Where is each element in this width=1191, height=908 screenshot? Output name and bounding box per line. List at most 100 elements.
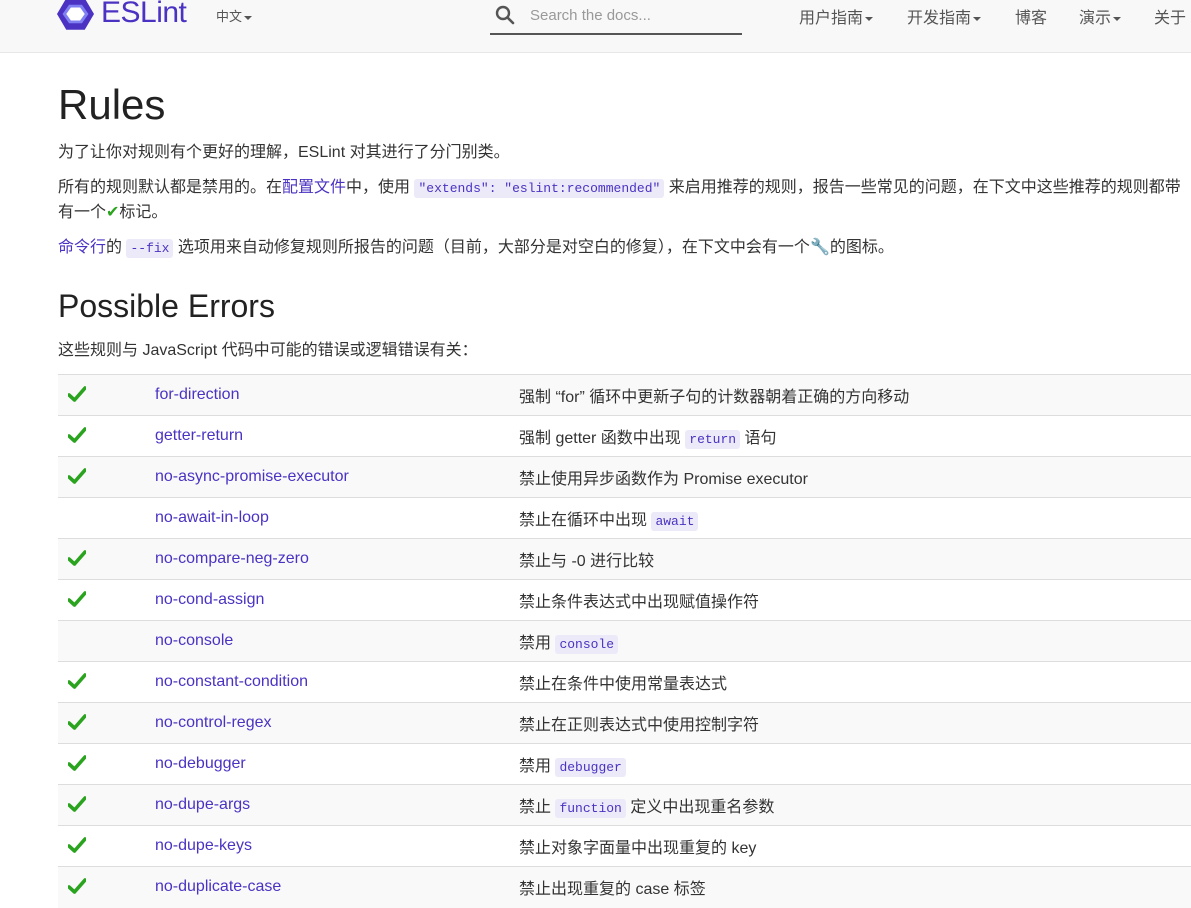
table-row: no-cond-assign 禁止条件表达式中出现赋值操作符 [58,579,1191,621]
recommended-cell [58,374,155,416]
rule-description-cell: 强制 getter 函数中出现 return 语句 [519,415,1191,457]
rule-link[interactable]: no-cond-assign [155,591,264,608]
rule-name-cell: no-compare-neg-zero [155,538,519,580]
language-label: 中文 [216,9,243,24]
check-icon [68,714,86,730]
table-row: no-debugger 禁用 debugger [58,743,1191,785]
table-row: no-console 禁用 console [58,620,1191,662]
config-file-link[interactable]: 配置文件 [282,179,346,196]
wrench-icon: 🔧 [809,239,830,256]
rule-code: return [685,430,741,449]
rule-description-suffix: 定义中出现重名参数 [625,799,775,816]
nav-blog[interactable]: 博客 [1015,4,1047,28]
check-icon [68,427,86,443]
top-navbar: ESLint 中文 用户指南 开发指南 博客 演示 关于 [0,0,1191,53]
rule-link[interactable]: no-constant-condition [155,673,308,690]
eslint-logo-icon [57,0,94,30]
table-row: no-duplicate-case 禁止出现重复的 case 标签 [58,866,1191,908]
language-dropdown[interactable]: 中文 [216,6,253,25]
rule-link[interactable]: no-duplicate-case [155,878,281,895]
p2-text-2: 中，使用 [346,179,415,196]
rule-description: 禁止使用异步函数作为 Promise executor [519,471,808,488]
p3-text-2: 选项用来自动修复规则所报告的问题（目前，大部分是对空白的修复），在下文中会有一个 [173,239,810,256]
nav-user-guide-label: 用户指南 [799,10,864,27]
nav-blog-label: 博客 [1015,10,1048,27]
rule-description-cell: 禁止使用异步函数作为 Promise executor [519,456,1191,498]
rule-name-cell: no-cond-assign [155,579,519,621]
table-row: getter-return 强制 getter 函数中出现 return 语句 [58,415,1191,457]
rule-description-cell: 禁用 console [519,620,1191,662]
rule-description: 禁止在条件中使用常量表达式 [519,676,728,693]
check-icon [68,591,86,607]
check-icon [68,755,86,771]
rule-name-cell: no-dupe-args [155,784,519,826]
docs-search [490,0,742,35]
fix-code: --fix [126,239,174,258]
check-icon [68,878,86,895]
caret-down-icon [244,15,253,20]
search-input[interactable] [530,3,735,27]
section-title: Possible Errors [58,288,275,324]
nav-about-label: 关于 [1154,10,1187,27]
nav-about[interactable]: 关于 [1154,4,1186,28]
rule-description-cell: 禁用 debugger [519,743,1191,785]
section-description: 这些规则与 JavaScript 代码中可能的错误或逻辑错误有关： [58,342,478,359]
p3-text-1: 的 [106,239,127,256]
rule-description: 禁止在正则表达式中使用控制字符 [519,717,760,734]
rule-name-cell: getter-return [155,415,519,457]
rule-link[interactable]: no-await-in-loop [155,509,269,526]
rule-link[interactable]: no-dupe-args [155,796,250,813]
rule-description-cell: 禁止对象字面量中出现重复的 key [519,825,1191,867]
nav-demo[interactable]: 演示 [1079,4,1122,28]
rule-name-cell: for-direction [155,374,519,416]
nav-developer-guide[interactable]: 开发指南 [907,4,982,28]
rule-description-suffix: 语句 [740,430,777,447]
rule-description-cell: 禁止与 -0 进行比较 [519,538,1191,580]
nav-developer-guide-label: 开发指南 [907,10,972,27]
recommended-cell [58,579,155,621]
recommended-cell [58,743,155,785]
recommended-paragraph: 所有的规则默认都是禁用的。在配置文件中，使用 "extends": "eslin… [58,176,1191,225]
caret-down-icon [973,16,982,21]
rule-description: 禁止与 -0 进行比较 [519,553,655,570]
check-icon [68,468,86,484]
table-row: no-compare-neg-zero 禁止与 -0 进行比较 [58,538,1191,580]
p3-text-3: 的图标。 [829,239,894,256]
recommended-cell [58,784,155,826]
rule-description-cell: 禁止在正则表达式中使用控制字符 [519,702,1191,744]
command-line-link[interactable]: 命令行 [58,239,106,256]
brand-name: ESLint [101,0,187,29]
nav-user-guide[interactable]: 用户指南 [799,4,874,28]
rule-link[interactable]: for-direction [155,386,239,403]
check-icon [68,796,86,812]
rule-name-cell: no-constant-condition [155,661,519,703]
rule-description-cell: 禁止 function 定义中出现重名参数 [519,784,1191,826]
rule-description-cell: 禁止在条件中使用常量表达式 [519,661,1191,703]
rule-link[interactable]: no-control-regex [155,714,272,731]
table-row: no-dupe-keys 禁止对象字面量中出现重复的 key [58,825,1191,867]
check-icon: ✔ [106,204,120,221]
rule-description: 禁止出现重复的 case 标签 [519,881,706,899]
rule-link[interactable]: no-async-promise-executor [155,468,349,485]
rule-name-cell: no-await-in-loop [155,497,519,539]
rule-description-cell: 禁止出现重复的 case 标签 [519,866,1191,908]
rule-description: 强制 getter 函数中出现 [519,430,686,447]
rule-name-cell: no-async-promise-executor [155,456,519,498]
rule-code: function [555,799,626,818]
search-icon [495,5,515,25]
rule-code: console [555,635,619,654]
rule-link[interactable]: no-dupe-keys [155,837,252,854]
recommended-cell [58,702,155,744]
intro-paragraph: 为了让你对规则有个更好的理解，ESLint 对其进行了分门别类。 [58,144,510,161]
recommended-cell [58,661,155,703]
rule-name-cell: no-dupe-keys [155,825,519,867]
table-row: no-await-in-loop 禁止在循环中出现 await [58,497,1191,539]
brand-logo[interactable]: ESLint [57,0,187,32]
rule-link[interactable]: no-compare-neg-zero [155,550,309,567]
extends-code: "extends": "eslint:recommended" [414,179,665,198]
rule-link[interactable]: getter-return [155,427,243,444]
rule-description: 禁止对象字面量中出现重复的 key [519,840,757,857]
page-title: Rules [58,81,166,128]
rule-link[interactable]: no-debugger [155,755,246,772]
rule-link[interactable]: no-console [155,632,233,649]
